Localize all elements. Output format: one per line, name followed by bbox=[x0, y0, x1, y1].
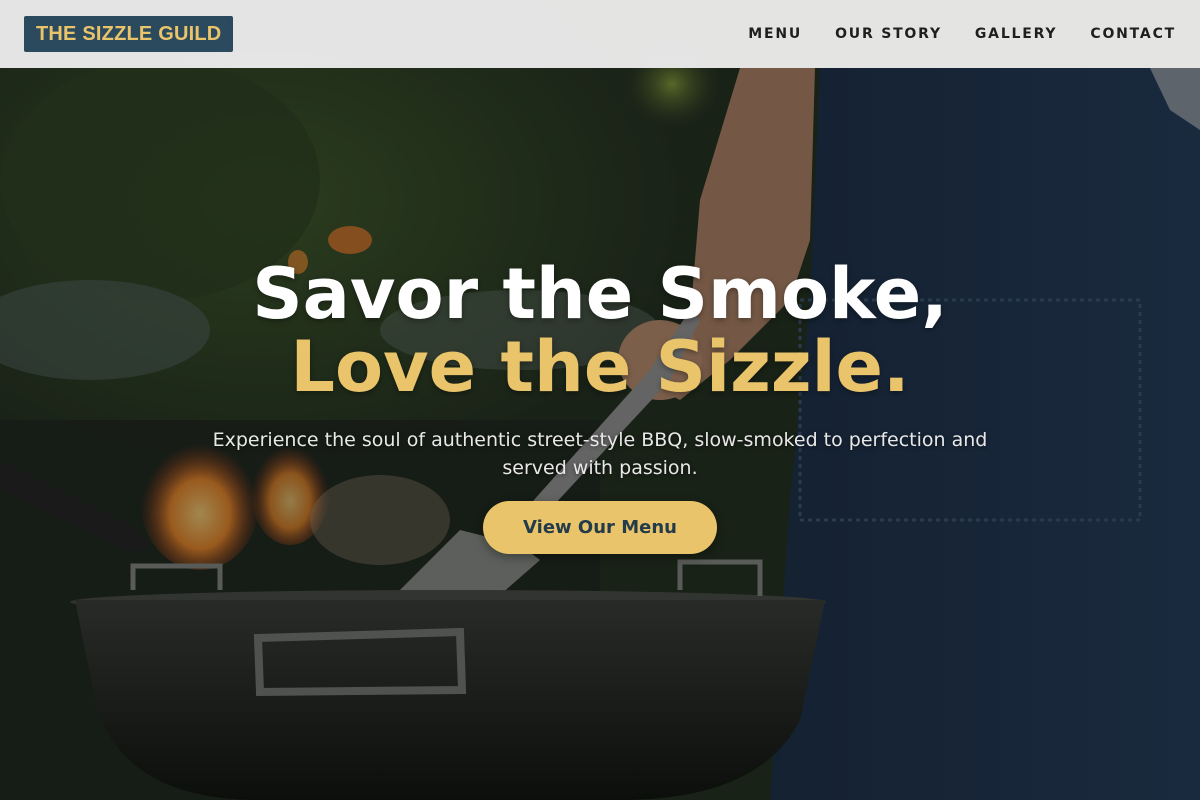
top-navbar: THE SIZZLE GUILD MENU OUR STORY GALLERY … bbox=[0, 0, 1200, 68]
site-logo[interactable]: THE SIZZLE GUILD bbox=[24, 16, 234, 52]
hero-subtitle: Experience the soul of authentic street-… bbox=[212, 429, 988, 479]
view-menu-button[interactable]: View Our Menu bbox=[483, 501, 717, 554]
nav-link-our-story[interactable]: OUR STORY bbox=[835, 26, 942, 42]
nav-link-menu[interactable]: MENU bbox=[748, 26, 802, 42]
hero-headline-line2: Love the Sizzle. bbox=[290, 326, 910, 408]
main-nav: MENU OUR STORY GALLERY CONTACT bbox=[748, 0, 1176, 68]
nav-link-gallery[interactable]: GALLERY bbox=[975, 26, 1057, 42]
hero-headline-line1: Savor the Smoke, bbox=[252, 253, 948, 335]
nav-link-contact[interactable]: CONTACT bbox=[1090, 26, 1176, 42]
hero-content: Savor the Smoke, Love the Sizzle. Experi… bbox=[0, 0, 1200, 800]
